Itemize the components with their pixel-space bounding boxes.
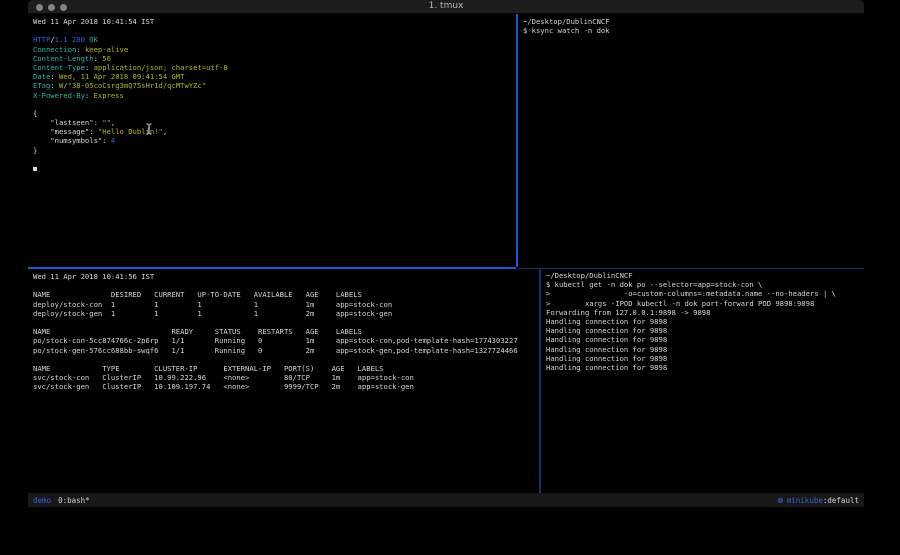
window-title: 1. tmux [28, 0, 864, 13]
terminal-line [33, 164, 515, 173]
pane-kubectl-get[interactable]: Wed 11 Apr 2018 10:41:56 IST NAME DESIRED… [33, 272, 538, 391]
terminal-line: NAME READY STATUS RESTARTS AGE LABELS [33, 327, 538, 336]
terminal-line: $ ksync watch -n dok [523, 26, 861, 35]
terminal-line: Handling connection for 9898 [546, 326, 862, 335]
terminal-line: Connection: keep-alive [33, 45, 515, 54]
terminal-line: Handling connection for 9898 [546, 345, 862, 354]
kubernetes-icon: ☸ [777, 496, 784, 505]
terminal-line: Date: Wed, 11 Apr 2018 09:41:54 GMT [33, 72, 515, 81]
mouse-ibeam-cursor [145, 123, 153, 135]
terminal-line: svc/stock-con ClusterIP 10.99.222.96 <no… [33, 373, 538, 382]
terminal-line: ETag: W/"38-05coCsrg3mQ75sHr1d/qcMTwYZc" [33, 81, 515, 90]
terminal-line: Content-Type: application/json; charset=… [33, 63, 515, 72]
terminal-line [33, 100, 515, 109]
minimize-button[interactable] [48, 4, 55, 11]
pane-divider-horizontal-dim[interactable] [518, 268, 864, 269]
terminal-line: X-Powered-By: Express [33, 91, 515, 100]
tmux-terminal: Wed 11 Apr 2018 10:41:54 IST HTTP/1.1 200… [28, 14, 864, 493]
terminal-line: "numsymbols": 4 [33, 136, 515, 145]
terminal-line: Forwarding from 127.0.0.1:9898 -> 9898 [546, 308, 862, 317]
terminal-line: Wed 11 Apr 2018 10:41:54 IST [33, 17, 515, 26]
pane-divider-horizontal-active[interactable] [28, 267, 516, 269]
terminal-line: { [33, 109, 515, 118]
close-button[interactable] [36, 4, 43, 11]
traffic-lights [36, 4, 67, 11]
pane-http-response[interactable]: Wed 11 Apr 2018 10:41:54 IST HTTP/1.1 200… [33, 17, 515, 173]
tmux-session-name: demo [33, 496, 51, 505]
terminal-line: Handling connection for 9898 [546, 317, 862, 326]
pane-divider-vertical-top[interactable] [516, 14, 518, 267]
terminal-line: ~/Desktop/DublinCNCF [523, 17, 861, 26]
pane-ksync-watch[interactable]: ~/Desktop/DublinCNCF$ ksync watch -n dok [523, 17, 861, 35]
terminal-line: > xargs -IPOD kubectl -n dok port-forwar… [546, 299, 862, 308]
tmux-status-bar: demo 0:bash* ☸ minikube :default [28, 493, 864, 507]
terminal-line: Handling connection for 9898 [546, 363, 862, 372]
terminal-line: deploy/stock-gen 1 1 1 1 2m app=stock-ge… [33, 309, 538, 318]
terminal-line: Wed 11 Apr 2018 10:41:56 IST [33, 272, 538, 281]
terminal-line: deploy/stock-con 1 1 1 1 1m app=stock-co… [33, 300, 538, 309]
kube-context-label: minikube [787, 496, 823, 505]
pane-divider-vertical-bottom[interactable] [539, 269, 541, 493]
terminal-line: NAME DESIRED CURRENT UP-TO-DATE AVAILABL… [33, 290, 538, 299]
terminal-line: $ kubectl get -n dok po --selector=app=s… [546, 280, 862, 289]
terminal-window: 1. tmux Wed 11 Apr 2018 10:41:54 IST HTTP… [28, 0, 864, 507]
terminal-line: svc/stock-gen ClusterIP 10.109.197.74 <n… [33, 382, 538, 391]
terminal-line: HTTP/1.1 200 OK [33, 35, 515, 44]
terminal-line: Handling connection for 9898 [546, 335, 862, 344]
terminal-line: } [33, 146, 515, 155]
terminal-line: po/stock-gen-576cc688bb-swqf6 1/1 Runnin… [33, 346, 538, 355]
terminal-line [33, 26, 515, 35]
terminal-line: > -o=custom-columns=:metadata.name --no-… [546, 289, 862, 298]
terminal-line: "lastseen": "", [33, 118, 515, 127]
kube-namespace-label: :default [823, 496, 859, 505]
pane-port-forward[interactable]: ~/Desktop/DublinCNCF$ kubectl get -n dok… [546, 271, 862, 372]
terminal-line: NAME TYPE CLUSTER-IP EXTERNAL-IP PORT(S)… [33, 364, 538, 373]
terminal-line [33, 318, 538, 327]
terminal-line [33, 155, 515, 164]
terminal-line: Content-Length: 56 [33, 54, 515, 63]
terminal-line [33, 281, 538, 290]
terminal-line: ~/Desktop/DublinCNCF [546, 271, 862, 280]
window-titlebar[interactable]: 1. tmux [28, 0, 864, 14]
fullscreen-button[interactable] [60, 4, 67, 11]
terminal-line: "message": "Hello Dublin!", [33, 127, 515, 136]
tmux-window-item[interactable]: 0:bash* [58, 496, 90, 505]
terminal-line: Handling connection for 9898 [546, 354, 862, 363]
terminal-line: po/stock-con-5cc874766c-2p6rp 1/1 Runnin… [33, 336, 538, 345]
terminal-line [33, 355, 538, 364]
